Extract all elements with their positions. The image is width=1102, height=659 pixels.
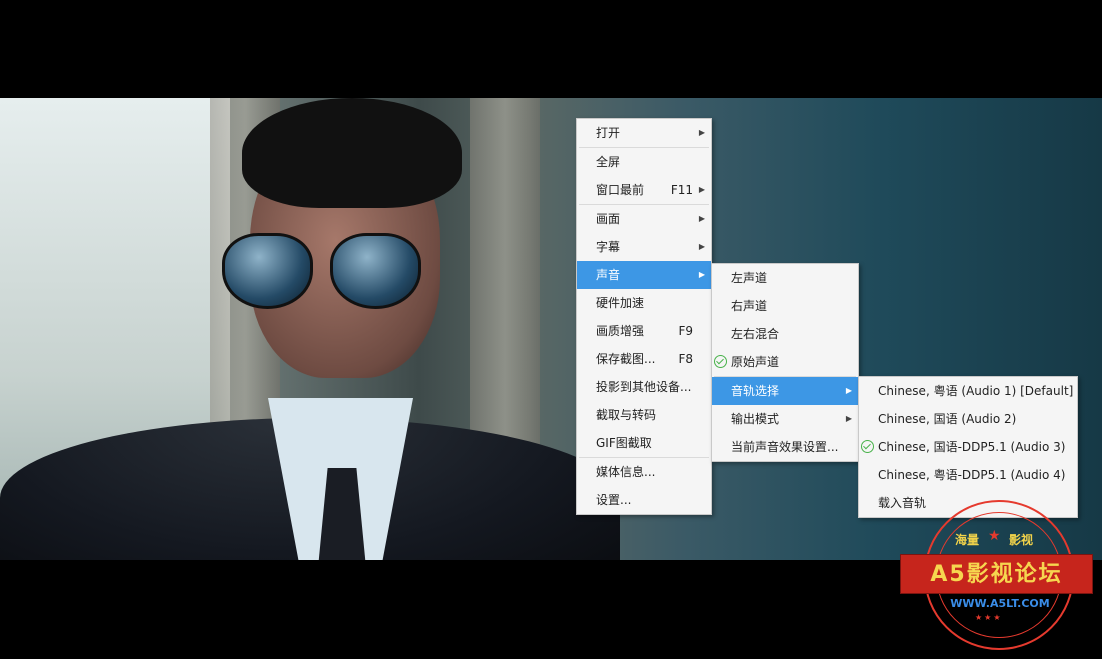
track-menu-item[interactable]: Chinese, 国语-DDP5.1 (Audio 3) bbox=[859, 433, 1077, 461]
submenu-arrow-icon: ▶ bbox=[698, 214, 705, 223]
sound-menu-item-label: 左声道 bbox=[731, 271, 768, 285]
context-menu-item-label: GIF图截取 bbox=[596, 436, 652, 450]
context-menu-item-label: 窗口最前 bbox=[596, 183, 645, 197]
context-menu: 打开 ▶ 全屏窗口最前 F11 ▶ 画面 ▶ 字幕 ▶ 声音 ▶ 硬件加速画质增强 F9 保存截图... F… bbox=[576, 118, 712, 515]
watermark-url: WWW.A5LT.COM bbox=[950, 597, 1050, 610]
context-menu-item[interactable]: 打开 ▶ bbox=[577, 119, 711, 147]
context-menu-item-label: 画质增强 bbox=[596, 324, 645, 338]
sound-menu-item[interactable]: 原始声道 bbox=[712, 348, 858, 376]
sound-menu-item[interactable]: 输出模式 ▶ bbox=[712, 405, 858, 433]
context-menu-item[interactable]: 声音 ▶ bbox=[577, 261, 711, 289]
context-menu-item[interactable]: 截取与转码 bbox=[577, 401, 711, 429]
track-menu-item-label: Chinese, 粤语 (Audio 1) [Default] bbox=[878, 384, 1074, 398]
sound-menu-item-label: 原始声道 bbox=[731, 355, 780, 369]
sound-menu-item-label: 右声道 bbox=[731, 299, 768, 313]
sunglasses-left-lens bbox=[222, 233, 313, 309]
context-menu-item[interactable]: 设置... bbox=[577, 486, 711, 514]
watermark-top-right-text: 影视 bbox=[1009, 533, 1034, 547]
sound-menu-item[interactable]: 右声道 bbox=[712, 292, 858, 320]
context-menu-item[interactable]: 媒体信息... bbox=[577, 458, 711, 486]
watermark-title: A5影视论坛 bbox=[930, 562, 1063, 587]
context-menu-item-label: 媒体信息... bbox=[596, 465, 656, 479]
track-menu-item-label: Chinese, 国语 (Audio 2) bbox=[878, 412, 1017, 426]
sound-submenu: 左声道右声道左右混合原始声道音轨选择 ▶ 输出模式 ▶ 当前声音效果设置... bbox=[711, 263, 859, 462]
context-menu-item-label: 保存截图... bbox=[596, 352, 656, 366]
context-menu-item-shortcut: F11 bbox=[670, 183, 693, 197]
sound-menu-item-label: 输出模式 bbox=[731, 412, 780, 426]
sound-menu-item-label: 音轨选择 bbox=[731, 384, 780, 398]
context-menu-item[interactable]: 硬件加速 bbox=[577, 289, 711, 317]
submenu-arrow-icon: ▶ bbox=[698, 242, 705, 251]
track-menu-item[interactable]: Chinese, 国语 (Audio 2) bbox=[859, 405, 1077, 433]
context-menu-item[interactable]: 投影到其他设备... bbox=[577, 373, 711, 401]
audio-track-submenu: Chinese, 粤语 (Audio 1) [Default] Chinese, … bbox=[858, 376, 1078, 518]
context-menu-item-label: 声音 bbox=[596, 268, 621, 282]
track-menu-item[interactable]: Chinese, 粤语-DDP5.1 (Audio 4) bbox=[859, 461, 1077, 489]
sound-menu-item[interactable]: 当前声音效果设置... bbox=[712, 433, 858, 461]
context-menu-item-shortcut: F9 bbox=[678, 324, 693, 338]
sound-menu-item[interactable]: 音轨选择 ▶ bbox=[712, 377, 858, 405]
submenu-arrow-icon: ▶ bbox=[698, 270, 705, 279]
sound-menu-item-label: 当前声音效果设置... bbox=[731, 440, 839, 454]
submenu-arrow-icon: ▶ bbox=[845, 414, 852, 423]
track-menu-item-label: 载入音轨 bbox=[878, 496, 927, 510]
submenu-arrow-icon: ▶ bbox=[698, 128, 705, 137]
context-menu-item-label: 打开 bbox=[596, 126, 621, 140]
context-menu-item[interactable]: 画面 ▶ bbox=[577, 205, 711, 233]
sound-menu-item[interactable]: 左右混合 bbox=[712, 320, 858, 348]
context-menu-item[interactable]: GIF图截取 bbox=[577, 429, 711, 457]
context-menu-item[interactable]: 字幕 ▶ bbox=[577, 233, 711, 261]
checkmark-icon bbox=[861, 440, 874, 453]
context-menu-item-label: 画面 bbox=[596, 212, 621, 226]
context-menu-item-label: 设置... bbox=[596, 493, 632, 507]
context-menu-item-shortcut: F8 bbox=[678, 352, 693, 366]
track-menu-item-label: Chinese, 国语-DDP5.1 (Audio 3) bbox=[878, 440, 1066, 454]
submenu-arrow-icon: ▶ bbox=[698, 185, 705, 194]
context-menu-item[interactable]: 全屏 bbox=[577, 148, 711, 176]
submenu-arrow-icon: ▶ bbox=[845, 386, 852, 395]
track-menu-item[interactable]: Chinese, 粤语 (Audio 1) [Default] bbox=[859, 377, 1077, 405]
context-menu-item[interactable]: 窗口最前 F11 ▶ bbox=[577, 176, 711, 204]
checkmark-icon bbox=[714, 355, 727, 368]
sound-menu-item-label: 左右混合 bbox=[731, 327, 780, 341]
sunglasses-right-lens bbox=[330, 233, 421, 309]
context-menu-item-label: 截取与转码 bbox=[596, 408, 657, 422]
watermark-star-icon: ★ bbox=[988, 528, 1001, 544]
sound-menu-item[interactable]: 左声道 bbox=[712, 264, 858, 292]
watermark-stars: ★★★ bbox=[975, 613, 1003, 622]
context-menu-item-label: 字幕 bbox=[596, 240, 621, 254]
context-menu-item[interactable]: 保存截图... F8 bbox=[577, 345, 711, 373]
context-menu-item-label: 硬件加速 bbox=[596, 296, 645, 310]
watermark-top-left-text: 海量 bbox=[955, 533, 980, 547]
context-menu-item-label: 投影到其他设备... bbox=[596, 380, 692, 394]
context-menu-item-label: 全屏 bbox=[596, 155, 621, 169]
track-menu-item-label: Chinese, 粤语-DDP5.1 (Audio 4) bbox=[878, 468, 1066, 482]
context-menu-item[interactable]: 画质增强 F9 bbox=[577, 317, 711, 345]
person-hair bbox=[242, 98, 462, 208]
